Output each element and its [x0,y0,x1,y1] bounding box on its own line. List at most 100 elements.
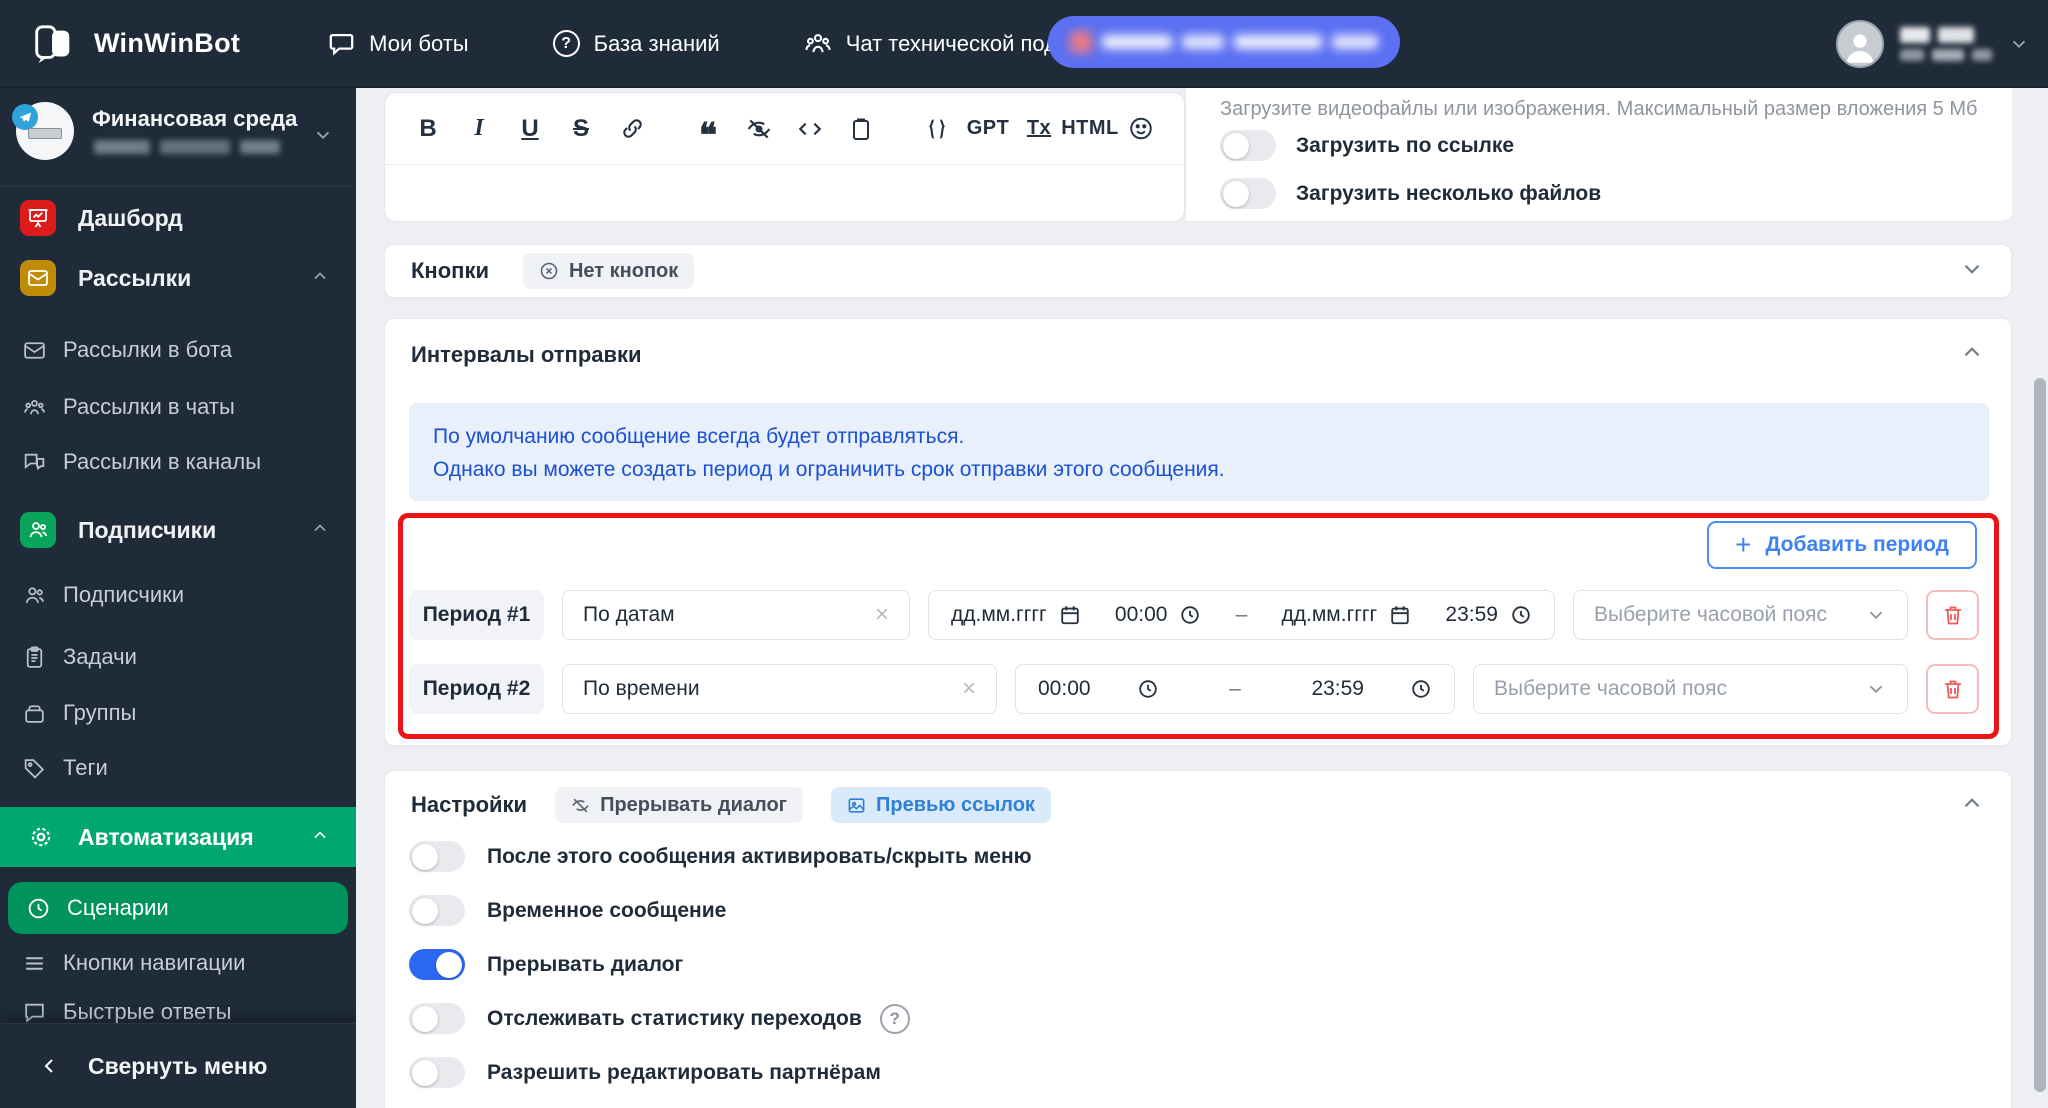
collapse-section-button[interactable] [1959,339,1985,370]
scrollbar-thumb[interactable] [2034,378,2046,1092]
hidden-text-button[interactable] [746,114,772,144]
message-editor-band: B I U S ❝ GPT Tx HTML Загрузите видеофай… [384,88,2012,222]
clear-icon[interactable]: × [875,601,889,629]
quick-reply-icon [25,1003,44,1023]
start-date-value[interactable]: дд.мм.гггг [951,603,1047,627]
toggle-label: После этого сообщения активировать/скрыт… [487,844,1032,868]
code-button[interactable] [797,114,823,144]
redacted-blob [1234,35,1322,49]
clear-icon[interactable]: × [962,675,976,703]
collapse-section-button[interactable] [1959,790,1985,821]
sidebar-item-tags[interactable]: Теги [0,746,356,790]
sidebar-item-scenarios-active[interactable]: Сценарии [8,882,348,934]
sidebar-item-subscribers-section[interactable]: Подписчики [0,508,356,552]
timezone-placeholder: Выберите часовой пояс [1494,677,1727,700]
gear-icon [31,827,51,847]
track-stats-toggle[interactable] [409,1003,465,1034]
workspace-switcher[interactable]: Финансовая среда [0,88,356,187]
sidebar-item-label: Автоматизация [78,823,254,850]
promo-button-redacted[interactable] [1048,16,1400,68]
upload-multiple-row: Загрузить несколько файлов [1220,178,1601,209]
sidebar-item-subscribers[interactable]: Подписчики [0,573,356,617]
variables-button[interactable] [924,114,950,144]
period-2-time-range[interactable]: 00:00 – 23:59 [1015,664,1455,714]
settings-header: Настройки Прерывать диалог Превью ссылок [385,771,2011,823]
clipboard-button[interactable] [848,114,874,144]
clock-icon[interactable] [1179,604,1201,626]
emoji-button[interactable] [1128,114,1154,144]
editor-text-area[interactable] [385,165,1184,221]
link-button[interactable] [619,114,645,144]
clock-icon[interactable] [1137,678,1159,700]
toggle-label: Временное сообщение [487,898,727,922]
sidebar-item-dashboard[interactable]: Дашборд [0,196,356,240]
italic-button[interactable]: I [466,114,492,144]
end-time-value[interactable]: 23:59 [1445,603,1498,627]
period-1-timezone-select[interactable]: Выберите часовой пояс [1573,590,1908,640]
collapse-menu-button[interactable]: Свернуть меню [0,1023,356,1108]
clock-icon[interactable] [1410,678,1432,700]
help-circle-icon[interactable]: ? [879,1003,910,1034]
period-2-type-select[interactable]: По времени × [562,664,997,714]
start-time-value[interactable]: 00:00 [1038,677,1091,701]
clipboard-icon [26,646,43,668]
upload-by-link-row: Загрузить по ссылке [1220,130,1514,161]
sidebar-item-label: Подписчики [63,582,185,607]
start-time-value[interactable]: 00:00 [1115,603,1168,627]
chevron-down-icon [312,124,334,151]
user-menu[interactable] [1836,0,2030,88]
tag-icon [24,758,45,779]
sidebar-item-broadcasts-channels[interactable]: Рассылки в каналы [0,440,356,484]
nav-my-bots[interactable]: Мои боты [328,30,469,57]
sidebar-item-nav-buttons[interactable]: Кнопки навигации [0,941,356,985]
period-2-delete-button[interactable] [1926,664,1979,714]
upload-panel: Загрузите видеофайлы или изображения. Ма… [1185,88,2012,222]
interrupt-dialog-toggle[interactable] [409,949,465,980]
clear-format-button[interactable]: Tx [1026,114,1052,144]
activate-menu-toggle[interactable] [409,841,465,872]
quote-button[interactable]: ❝ [695,114,721,153]
end-date-value[interactable]: дд.мм.гггг [1282,603,1378,627]
bot-avatar [12,102,74,160]
end-time-value[interactable]: 23:59 [1311,677,1364,701]
link-preview-badge: Превью ссылок [831,787,1051,823]
sidebar-item-tasks[interactable]: Задачи [0,635,356,679]
strikethrough-button[interactable]: S [568,114,594,144]
nav-knowledge-base[interactable]: ? База знаний [552,30,720,57]
toggle-label: Разрешить редактировать партнёрам [487,1060,881,1084]
sidebar-item-groups[interactable]: Группы [0,691,356,735]
underline-button[interactable]: U [517,114,543,144]
gpt-button[interactable]: GPT [967,114,1009,144]
rich-text-editor[interactable]: B I U S ❝ GPT Tx HTML [384,92,1185,222]
sidebar-item-broadcasts-chats[interactable]: Рассылки в чаты [0,385,356,429]
bot-avatar-start-pill [28,128,62,139]
collapse-section-button[interactable] [1959,256,1985,287]
period-1-datetime-range[interactable]: дд.мм.гггг 00:00 – дд.мм.гггг 23:59 [928,590,1555,640]
toggle-label: Прерывать диалог [487,952,684,976]
calendar-icon[interactable] [1389,604,1411,626]
period-2-timezone-select[interactable]: Выберите часовой пояс [1473,664,1908,714]
eye-off-icon [572,798,589,812]
sidebar-item-broadcasts-bot[interactable]: Рассылки в бота [0,328,356,372]
sidebar-item-broadcasts[interactable]: Рассылки [0,256,356,300]
bold-button[interactable]: B [415,114,441,144]
period-1-type-select[interactable]: По датам × [562,590,910,640]
chevron-up-icon [282,825,330,850]
redacted-blob [1102,35,1172,49]
brand[interactable]: WinWinBot [30,21,240,67]
add-period-button[interactable]: + Добавить период [1707,521,1977,569]
select-value: По времени [583,677,700,700]
subscribers-icon [20,512,56,548]
settings-title: Настройки [411,792,528,817]
upload-multiple-toggle[interactable] [1220,178,1276,209]
info-line: Однако вы можете создать период и ограни… [433,458,1225,481]
clock-icon[interactable] [1510,604,1532,626]
calendar-icon[interactable] [1059,604,1081,626]
period-1-delete-button[interactable] [1926,590,1979,640]
upload-by-link-toggle[interactable] [1220,130,1276,161]
sidebar-item-automation[interactable]: Автоматизация [0,807,356,867]
temporary-message-toggle[interactable] [409,895,465,926]
html-button[interactable]: HTML [1061,114,1118,144]
partner-edit-toggle[interactable] [409,1057,465,1088]
chevron-down-icon [1964,264,1980,274]
